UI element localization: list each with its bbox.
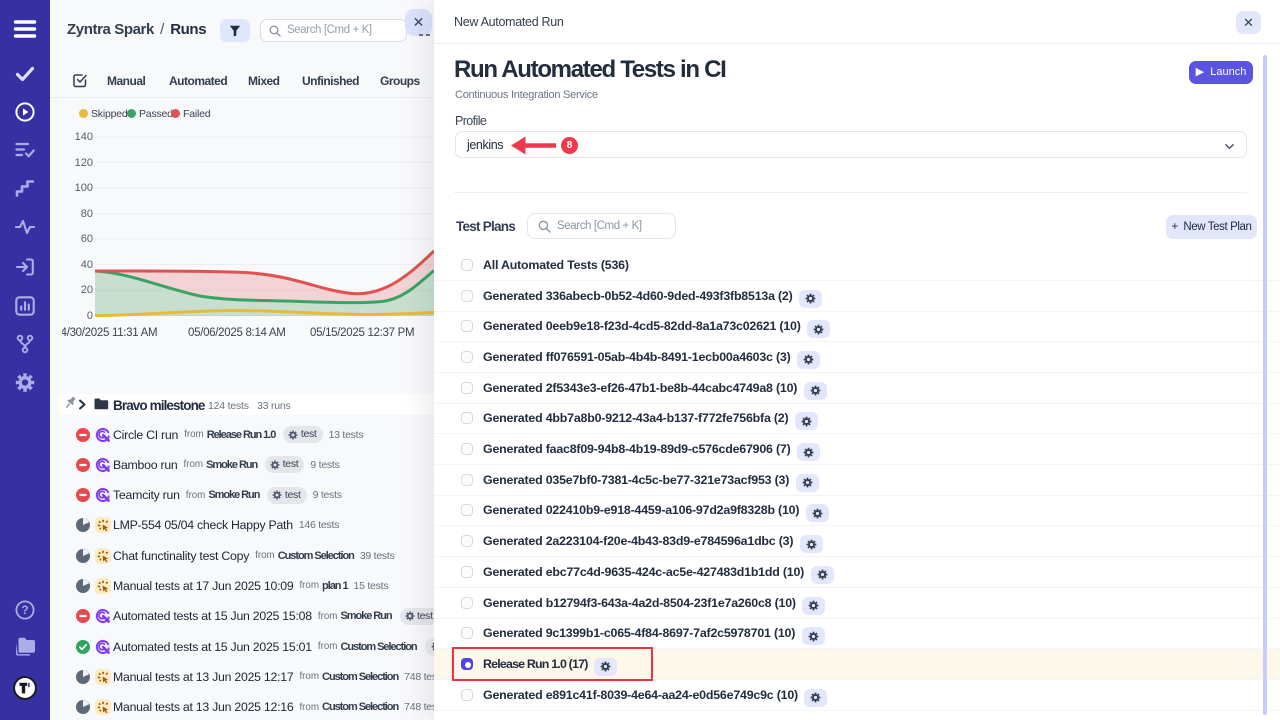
svg-text:?: ?: [21, 605, 28, 617]
